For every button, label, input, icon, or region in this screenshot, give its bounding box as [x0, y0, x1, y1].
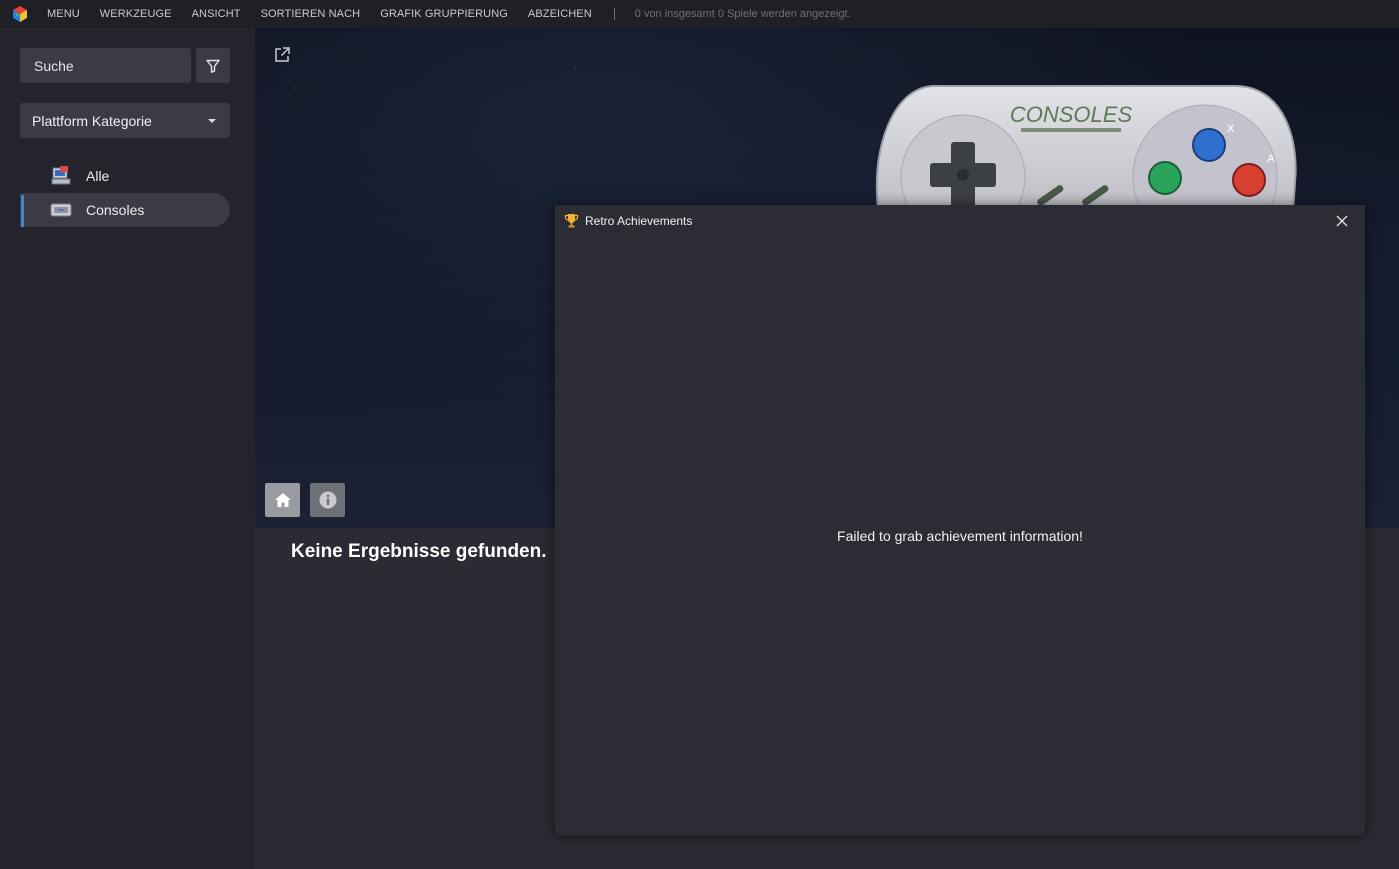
console-icon	[50, 199, 72, 221]
controller-button-a-label: A	[1267, 153, 1275, 165]
menu-item-grafik-gruppierung[interactable]: GRAFIK GRUPPIERUNG	[380, 8, 508, 20]
menu-divider	[613, 8, 615, 20]
menu-item-ansicht[interactable]: ANSICHT	[192, 8, 241, 20]
chevron-down-icon	[208, 118, 216, 123]
info-icon	[319, 491, 336, 509]
sidebar: Suche Plattform Kategorie Alle Consoles	[0, 28, 255, 869]
platform-category-label: Plattform Kategorie	[32, 112, 152, 129]
app-logo-icon[interactable]	[11, 5, 29, 23]
close-icon	[1336, 215, 1348, 227]
platform-list: Alle Consoles	[20, 159, 230, 227]
menu-item-menu[interactable]: MENU	[47, 8, 80, 20]
controller-brand-text: CONSOLES	[1010, 102, 1133, 127]
menu-item-werkzeuge[interactable]: WERKZEUGE	[100, 8, 172, 20]
sidebar-item-alle[interactable]: Alle	[20, 159, 230, 193]
menu-bar: MENU WERKZEUGE ANSICHT SORTIEREN NACH GR…	[0, 0, 1399, 28]
trophy-icon	[564, 214, 579, 228]
all-platforms-icon	[50, 165, 72, 187]
filter-button[interactable]	[196, 48, 230, 83]
menu-item-abzeichen[interactable]: ABZEICHEN	[528, 8, 592, 20]
dialog-title: Retro Achievements	[585, 214, 693, 228]
dialog-titlebar[interactable]: Retro Achievements	[555, 205, 1365, 236]
home-icon	[274, 493, 291, 507]
filter-icon	[206, 59, 220, 73]
retro-achievements-dialog: Retro Achievements Failed to grab achiev…	[555, 205, 1365, 835]
sidebar-item-consoles[interactable]: Consoles	[20, 193, 230, 227]
menu-item-sortieren-nach[interactable]: SORTIEREN NACH	[261, 8, 361, 20]
dialog-error-message: Failed to grab achievement information!	[837, 528, 1083, 544]
controller-button-x-label: X	[1227, 123, 1235, 135]
info-button[interactable]	[310, 483, 345, 517]
no-results-message: Keine Ergebnisse gefunden.	[291, 541, 547, 562]
games-count-status: 0 von insgesamt 0 Spiele werden angezeig…	[634, 8, 851, 20]
close-button[interactable]	[1330, 209, 1354, 233]
platform-category-select[interactable]: Plattform Kategorie	[20, 103, 230, 138]
sidebar-item-label: Consoles	[86, 202, 145, 218]
home-button[interactable]	[265, 483, 300, 517]
sidebar-item-label: Alle	[86, 168, 110, 184]
search-input[interactable]: Suche	[20, 48, 191, 83]
external-link-icon[interactable]	[273, 46, 291, 64]
